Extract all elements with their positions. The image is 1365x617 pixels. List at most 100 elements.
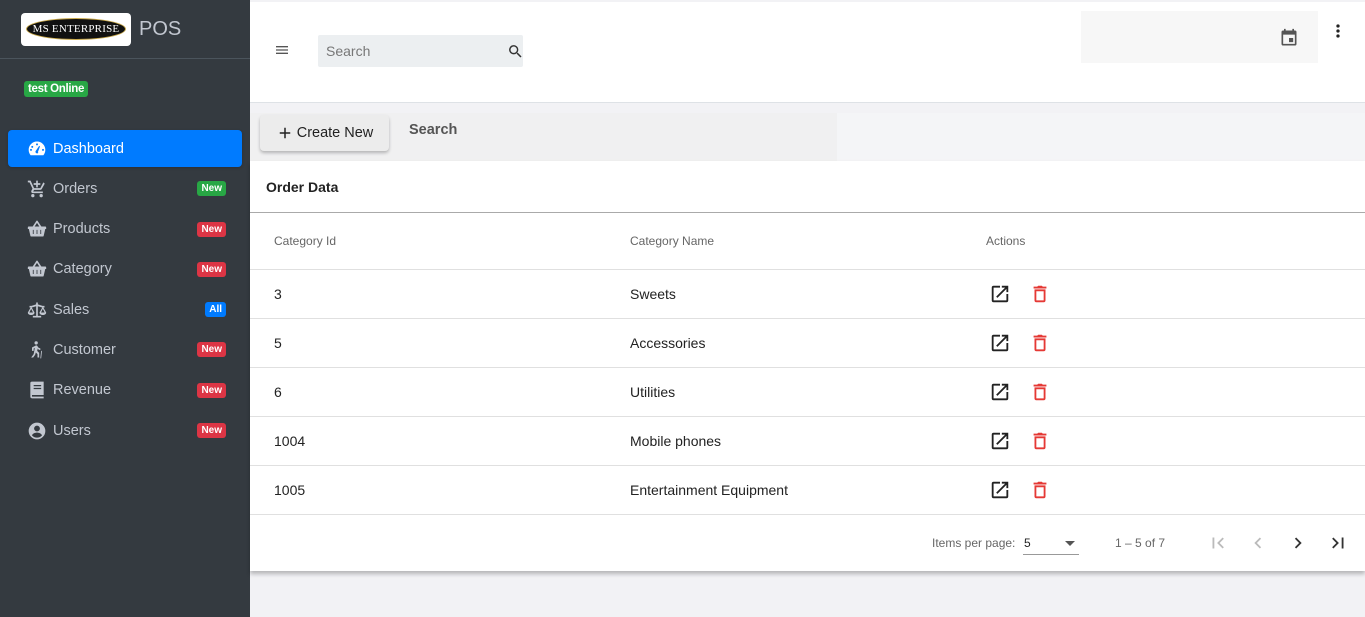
category-id-cell: 1004 [250, 416, 606, 466]
sidebar-item-label: Orders [53, 180, 98, 197]
user-circle-icon [26, 420, 48, 442]
action-bar: Create New Search [250, 113, 1365, 161]
column-header-category-id[interactable]: Category Id [250, 213, 606, 270]
open-in-new-icon[interactable] [986, 329, 1014, 357]
sidebar-nav: Dashboard Orders New Products New Catego… [8, 130, 242, 452]
delete-icon[interactable] [1026, 427, 1054, 455]
new-badge: New [197, 181, 226, 197]
category-id-cell: 6 [250, 367, 606, 417]
data-table: Category Id Category Name Actions 3 Swee… [250, 213, 1365, 515]
table-row: 1004 Mobile phones [250, 416, 1365, 466]
page-size-select[interactable]: 5 [1023, 533, 1079, 555]
table-row: 1005 Entertainment Equipment [250, 465, 1365, 515]
sidebar-item-orders[interactable]: Orders New [8, 170, 242, 207]
dashboard-icon [26, 138, 48, 160]
category-name-cell: Entertainment Equipment [606, 465, 962, 515]
category-id-cell: 1005 [250, 465, 606, 515]
sidebar: MS ENTERPRISE POS test Online Dashboard … [0, 0, 250, 617]
sidebar-item-label: Revenue [53, 382, 112, 399]
sidebar-item-category[interactable]: Category New [8, 251, 242, 288]
actions-cell [962, 318, 1365, 368]
first-page-icon[interactable] [1206, 531, 1230, 555]
sidebar-item-label: Dashboard [53, 140, 124, 157]
table-header-row: Category Id Category Name Actions [250, 213, 1365, 270]
menu-icon[interactable] [272, 40, 292, 60]
new-badge: New [197, 221, 226, 237]
search-tab[interactable]: Search [409, 122, 457, 138]
sidebar-item-label: Sales [53, 301, 90, 318]
category-name-cell: Accessories [606, 318, 962, 368]
next-page-icon[interactable] [1286, 531, 1310, 555]
sidebar-item-revenue[interactable]: Revenue New [8, 372, 242, 409]
balance-scale-icon [26, 299, 48, 321]
search-icon[interactable] [507, 36, 524, 66]
category-id-cell: 3 [250, 269, 606, 319]
basket-icon [26, 218, 48, 240]
category-name-cell: Mobile phones [606, 416, 962, 466]
create-new-button[interactable]: Create New [260, 115, 389, 151]
last-page-icon[interactable] [1326, 531, 1350, 555]
sidebar-item-label: Category [53, 261, 112, 278]
search-input[interactable] [318, 43, 507, 59]
table-row: 6 Utilities [250, 367, 1365, 417]
cart-icon [26, 178, 48, 200]
actions-cell [962, 367, 1365, 417]
actions-cell [962, 269, 1365, 319]
page-range-label: 1 – 5 of 7 [1115, 536, 1166, 550]
brand-logo-text: MS ENTERPRISE [26, 18, 126, 40]
walking-icon [26, 339, 48, 361]
search-box [318, 35, 523, 67]
category-id-cell: 5 [250, 318, 606, 368]
category-name-cell: Utilities [606, 367, 962, 417]
new-badge: New [197, 423, 226, 439]
basket-icon [26, 258, 48, 280]
date-picker[interactable] [1081, 11, 1318, 63]
book-icon [26, 379, 48, 401]
top-bar [250, 2, 1365, 103]
more-vert-icon[interactable] [1327, 20, 1349, 42]
items-per-page-label: Items per page: [932, 536, 1016, 550]
delete-icon[interactable] [1026, 329, 1054, 357]
sidebar-item-label: Customer [53, 341, 116, 358]
column-header-category-name[interactable]: Category Name [606, 213, 962, 270]
main-content: Create New Search Order Data Category Id… [250, 0, 1365, 617]
open-in-new-icon[interactable] [986, 280, 1014, 308]
dropdown-arrow-icon [1065, 541, 1075, 546]
table-row: 3 Sweets [250, 269, 1365, 319]
delete-icon[interactable] [1026, 378, 1054, 406]
new-badge: New [197, 342, 226, 358]
actions-cell [962, 465, 1365, 515]
brand[interactable]: MS ENTERPRISE POS [0, 0, 250, 59]
category-name-cell: Sweets [606, 269, 962, 319]
new-badge: New [197, 261, 226, 277]
calendar-icon[interactable] [1278, 27, 1300, 49]
open-in-new-icon[interactable] [986, 427, 1014, 455]
sidebar-item-users[interactable]: Users New [8, 412, 242, 449]
brand-logo: MS ENTERPRISE [21, 12, 131, 46]
all-badge: All [205, 302, 226, 318]
sidebar-item-dashboard[interactable]: Dashboard [8, 130, 242, 167]
open-in-new-icon[interactable] [986, 476, 1014, 504]
open-in-new-icon[interactable] [986, 378, 1014, 406]
previous-page-icon[interactable] [1246, 531, 1270, 555]
column-header-actions: Actions [962, 213, 1365, 270]
sidebar-item-label: Users [53, 422, 91, 439]
app: MS ENTERPRISE POS test Online Dashboard … [0, 0, 1365, 617]
sidebar-item-products[interactable]: Products New [8, 211, 242, 248]
new-badge: New [197, 382, 226, 398]
delete-icon[interactable] [1026, 476, 1054, 504]
delete-icon[interactable] [1026, 280, 1054, 308]
paginator: Items per page: 5 1 – 5 of 7 [250, 515, 1365, 571]
actions-cell [962, 416, 1365, 466]
user-status-badge[interactable]: test Online [24, 81, 89, 97]
create-new-label: Create New [296, 125, 374, 141]
page-size-value: 5 [1024, 536, 1031, 550]
brand-name: POS [139, 17, 182, 40]
sidebar-item-customer[interactable]: Customer New [8, 331, 242, 368]
sidebar-item-sales[interactable]: Sales All [8, 291, 242, 328]
table-row: 5 Accessories [250, 318, 1365, 368]
plus-icon [279, 127, 290, 139]
card-title: Order Data [250, 161, 1365, 213]
order-data-card: Order Data Category Id Category Name Act… [250, 161, 1365, 571]
sidebar-item-label: Products [53, 221, 111, 238]
